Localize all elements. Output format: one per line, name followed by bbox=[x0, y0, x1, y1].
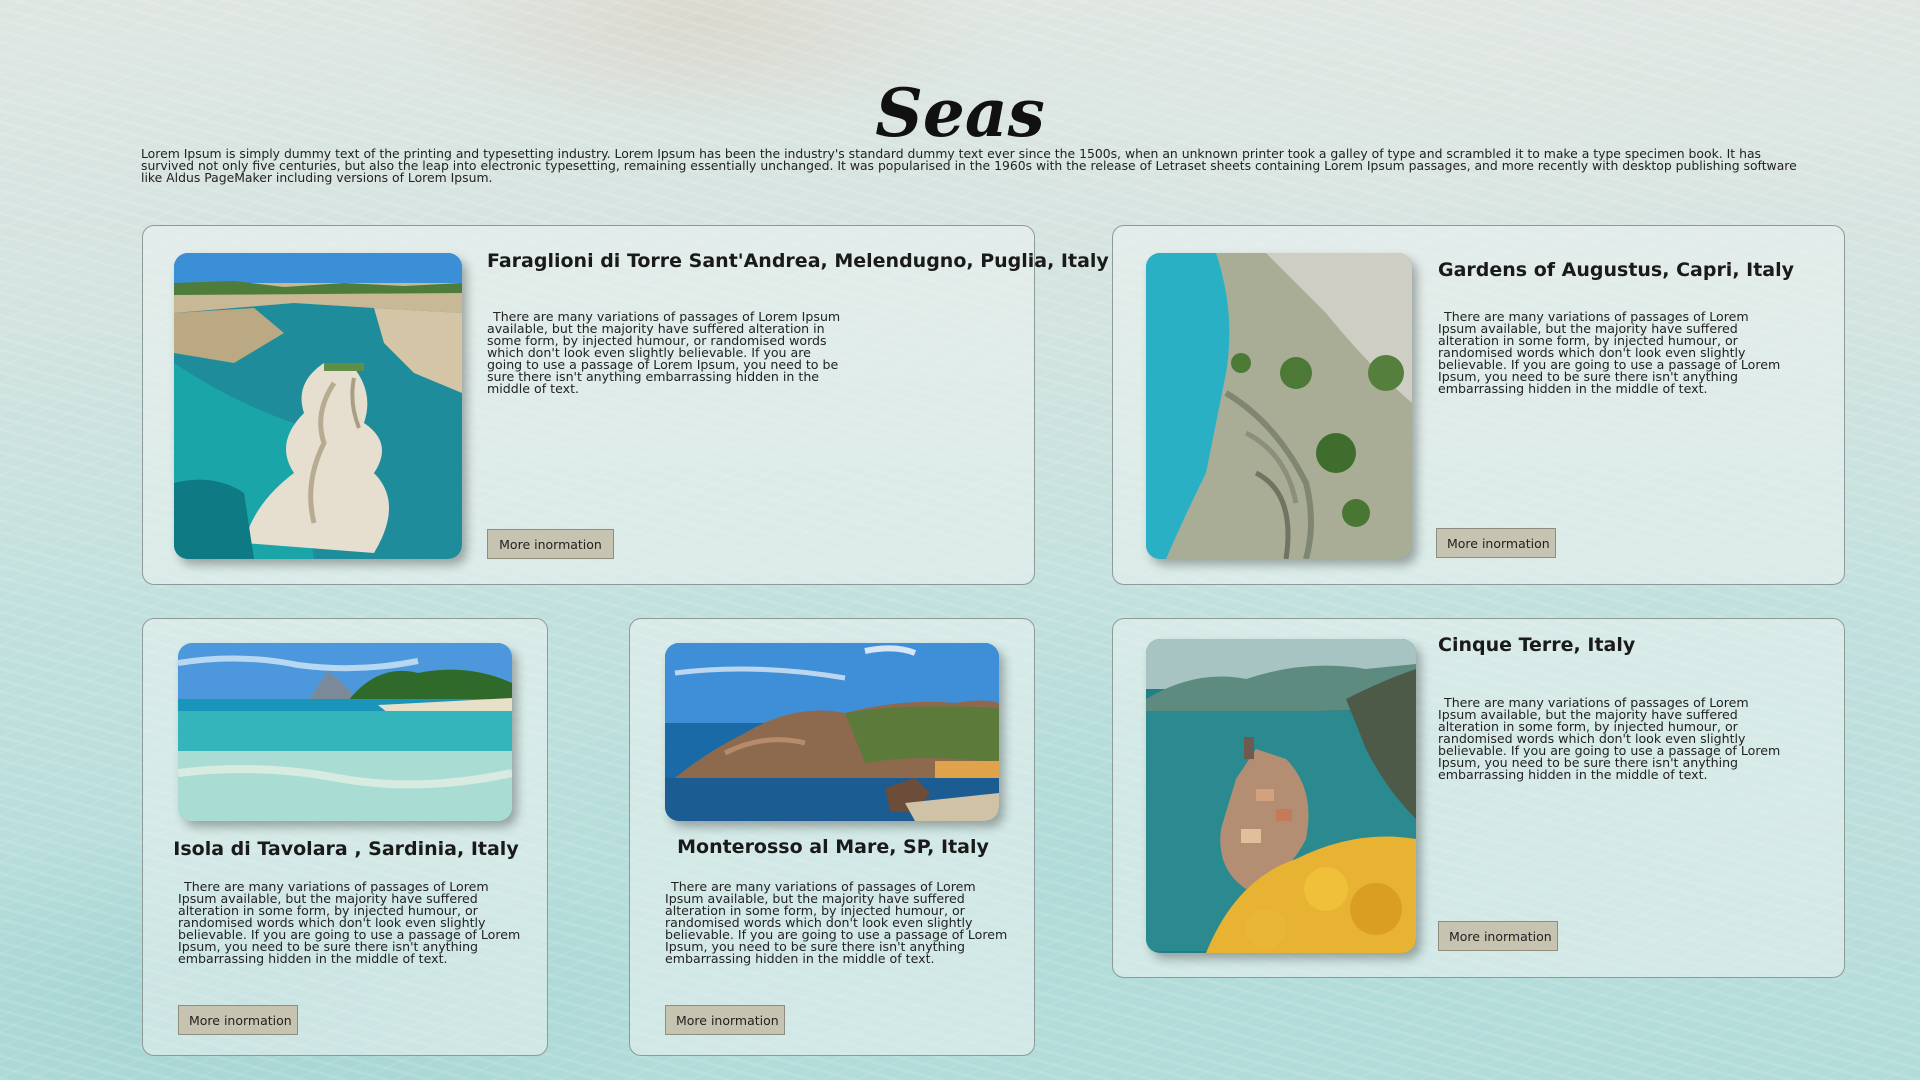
card-description: There are many variations of passages of… bbox=[487, 309, 841, 396]
card-title: Faraglioni di Torre Sant'Andrea, Melendu… bbox=[487, 250, 1109, 272]
card-gardens-of-augustus: Gardens of Augustus, Capri, Italy There … bbox=[1112, 225, 1845, 585]
more-information-button[interactable]: More inormation bbox=[1436, 528, 1556, 558]
card-monterosso-al-mare: Monterosso al Mare, SP, Italy There are … bbox=[629, 618, 1035, 1056]
more-information-button[interactable]: More inormation bbox=[487, 529, 614, 559]
isola-di-tavolara-photo bbox=[178, 643, 512, 821]
card-title: Monterosso al Mare, SP, Italy bbox=[677, 836, 989, 858]
more-information-button[interactable]: More inormation bbox=[665, 1005, 785, 1035]
card-description: There are many variations of passages of… bbox=[178, 879, 521, 966]
card-description: There are many variations of passages of… bbox=[665, 879, 1008, 966]
card-faraglioni: Faraglioni di Torre Sant'Andrea, Melendu… bbox=[142, 225, 1109, 585]
cinque-terre-photo bbox=[1146, 639, 1416, 953]
card-cinque-terre: Cinque Terre, Italy There are many varia… bbox=[1112, 618, 1845, 978]
card-title: Gardens of Augustus, Capri, Italy bbox=[1438, 259, 1795, 281]
more-information-button[interactable]: More inormation bbox=[178, 1005, 298, 1035]
page-title: Seas bbox=[875, 74, 1045, 153]
faraglioni-photo bbox=[174, 253, 462, 559]
card-description: There are many variations of passages of… bbox=[1438, 695, 1781, 782]
more-information-button[interactable]: More inormation bbox=[1438, 921, 1558, 951]
intro-text: Lorem Ipsum is simply dummy text of the … bbox=[141, 146, 1797, 185]
monterosso-al-mare-photo bbox=[665, 643, 999, 821]
gardens-of-augustus-photo bbox=[1146, 253, 1412, 559]
card-description: There are many variations of passages of… bbox=[1438, 309, 1781, 396]
card-isola-di-tavolara: Isola di Tavolara , Sardinia, Italy Ther… bbox=[142, 618, 548, 1056]
card-title: Isola di Tavolara , Sardinia, Italy bbox=[173, 838, 519, 860]
card-title: Cinque Terre, Italy bbox=[1438, 634, 1636, 656]
